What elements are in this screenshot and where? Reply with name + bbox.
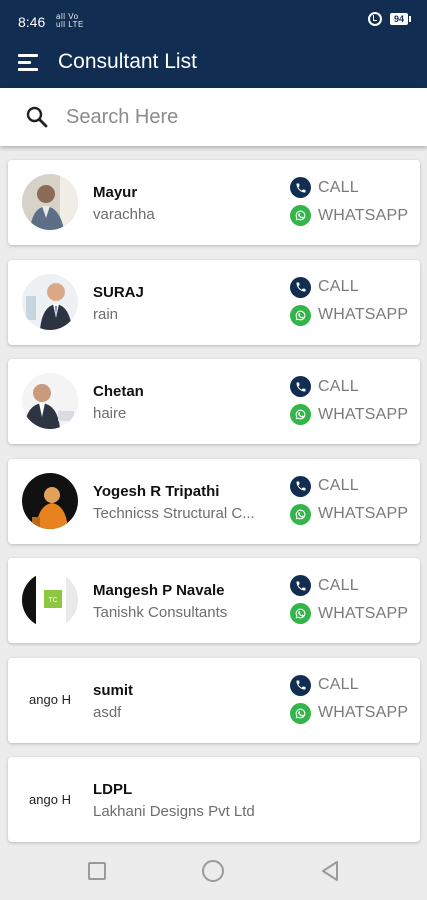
- whatsapp-label: WHATSAPP: [318, 306, 409, 323]
- page-title: Consultant List: [58, 50, 197, 73]
- consultant-name: SURAJ: [93, 283, 144, 301]
- phone-icon: [290, 575, 311, 596]
- consultant-subtitle: Tanishk Consultants: [93, 604, 228, 621]
- whatsapp-label: WHATSAPP: [318, 604, 409, 622]
- consultant-subtitle: asdf: [93, 703, 122, 721]
- avatar: ango H: [22, 671, 78, 728]
- call-button[interactable]: CALL: [290, 177, 359, 198]
- whatsapp-icon: [290, 304, 311, 326]
- call-label: CALL: [318, 477, 359, 494]
- phone-icon: [290, 674, 311, 696]
- whatsapp-icon: [290, 205, 311, 226]
- call-label: CALL: [318, 377, 359, 395]
- recents-button[interactable]: [88, 862, 106, 880]
- menu-icon[interactable]: [18, 52, 40, 72]
- svg-text:TC: TC: [48, 597, 57, 604]
- system-nav-bar: [0, 846, 427, 900]
- consultant-name: Mangesh P Navale: [93, 582, 225, 599]
- search-icon: [26, 106, 48, 128]
- consultant-subtitle: haire: [93, 405, 127, 422]
- alarm-icon: [367, 12, 382, 26]
- avatar: [22, 472, 78, 529]
- consultant-subtitle: Technicss Structural C...: [93, 504, 255, 522]
- call-label: CALL: [318, 278, 359, 295]
- back-button[interactable]: [320, 860, 340, 882]
- avatar-logo-text: ango H: [29, 692, 71, 707]
- consultant-name: Chetan: [93, 383, 144, 400]
- battery-icon: 94: [389, 13, 411, 25]
- whatsapp-icon: [290, 702, 311, 724]
- consultant-list: Mayur varachha CALL WHATSAPP SURAJ rain CALL WH…: [8, 160, 420, 857]
- whatsapp-icon: [290, 404, 311, 425]
- network-indicator: all Vo ull LTE: [56, 13, 84, 29]
- avatar: [22, 174, 78, 230]
- whatsapp-label: WHATSAPP: [318, 405, 409, 423]
- search-bar: [0, 88, 427, 146]
- home-button[interactable]: [202, 860, 224, 882]
- app-bar: Consultant List: [0, 40, 427, 88]
- status-icons: 94: [367, 12, 411, 26]
- avatar: TC: [22, 572, 78, 628]
- phone-icon: [290, 177, 311, 198]
- network-label-bottom: ull LTE: [56, 20, 84, 29]
- status-bar: 8:46 all Vo ull LTE 94: [0, 0, 427, 40]
- call-button[interactable]: CALL: [290, 575, 359, 596]
- call-label: CALL: [318, 676, 359, 693]
- avatar: ango H: [22, 771, 78, 827]
- consultant-subtitle: varachha: [93, 206, 155, 223]
- consultant-name: Mayur: [93, 184, 138, 201]
- whatsapp-button[interactable]: WHATSAPP: [290, 304, 409, 326]
- consultant-card[interactable]: ango H sumit asdf CALL WHATSAPP: [8, 657, 420, 743]
- call-label: CALL: [318, 576, 359, 594]
- consultant-subtitle: Lakhani Designs Pvt Ltd: [93, 803, 255, 820]
- consultant-name: Yogesh R Tripathi: [93, 482, 220, 500]
- call-button[interactable]: CALL: [290, 376, 359, 397]
- status-time: 8:46: [18, 14, 46, 30]
- consultant-subtitle: rain: [93, 305, 119, 323]
- call-button[interactable]: CALL: [290, 276, 359, 298]
- consultant-name: LDPL: [93, 781, 133, 798]
- phone-icon: [290, 276, 311, 298]
- call-button[interactable]: CALL: [290, 475, 359, 497]
- whatsapp-button[interactable]: WHATSAPP: [290, 503, 409, 525]
- whatsapp-button[interactable]: WHATSAPP: [290, 404, 408, 425]
- consultant-name: sumit: [93, 681, 134, 699]
- whatsapp-button[interactable]: WHATSAPP: [290, 702, 409, 724]
- whatsapp-icon: [290, 503, 311, 525]
- consultant-card[interactable]: TC Mangesh P Navale Tanishk Consultants CAL…: [8, 558, 420, 643]
- whatsapp-icon: [290, 603, 311, 624]
- whatsapp-label: WHATSAPP: [318, 704, 409, 721]
- whatsapp-button[interactable]: WHATSAPP: [290, 603, 408, 624]
- consultant-card[interactable]: SURAJ rain CALL WHATSAPP: [8, 259, 420, 345]
- avatar-logo-text: ango H: [29, 791, 71, 807]
- consultant-card[interactable]: Yogesh R Tripathi Technicss Structural C.…: [8, 458, 420, 544]
- call-label: CALL: [318, 178, 359, 196]
- whatsapp-label: WHATSAPP: [318, 206, 409, 224]
- avatar: [22, 373, 78, 429]
- consultant-card[interactable]: ango H LDPL Lakhani Designs Pvt Ltd: [8, 757, 420, 842]
- consultant-card[interactable]: Chetan haire CALL WHATSAPP: [8, 359, 420, 444]
- battery-level: 94: [389, 13, 408, 25]
- whatsapp-label: WHATSAPP: [318, 505, 409, 522]
- consultant-card[interactable]: Mayur varachha CALL WHATSAPP: [8, 160, 420, 245]
- phone-icon: [290, 475, 311, 497]
- whatsapp-button[interactable]: WHATSAPP: [290, 205, 408, 226]
- phone-icon: [290, 376, 311, 397]
- search-input[interactable]: [66, 102, 406, 132]
- avatar: [22, 273, 78, 330]
- call-button[interactable]: CALL: [290, 674, 359, 696]
